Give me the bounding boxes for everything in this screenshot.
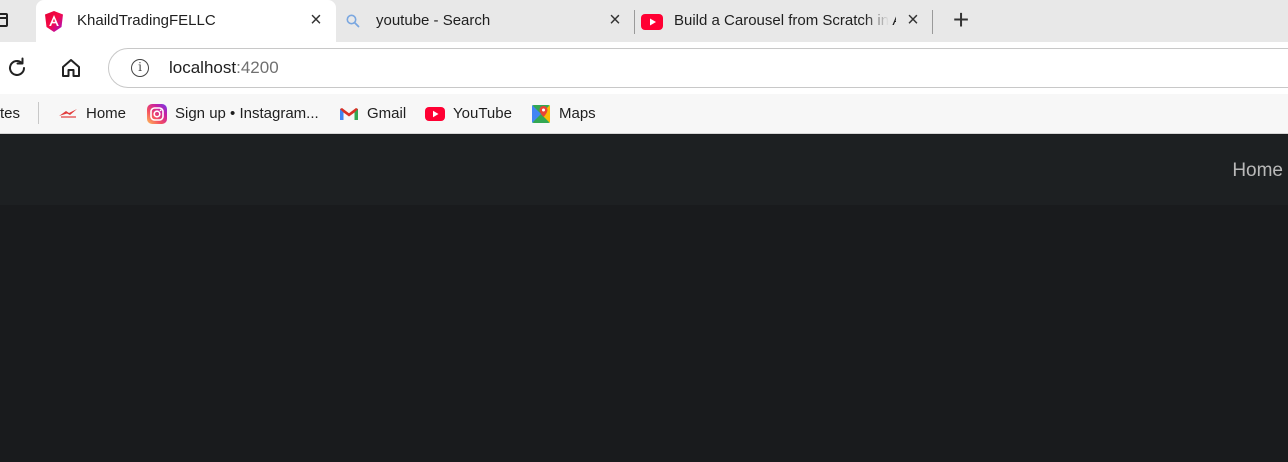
tab-khaildtrading[interactable]: KhaildTradingFELLC × (36, 0, 336, 42)
tab-close-icon[interactable]: × (606, 10, 624, 30)
gmail-icon (340, 108, 358, 120)
page-body (0, 205, 1288, 462)
bookmark-label: Sign up • Instagram... (175, 105, 319, 122)
window-menu-icon[interactable] (0, 13, 8, 27)
tab-youtube-search[interactable]: youtube - Search × (336, 0, 634, 42)
bookmark-label: Gmail (367, 105, 407, 122)
bookmarks-bar: tes Home Sign up • Instagram... Gmail Yo… (0, 94, 1288, 134)
instagram-icon (147, 104, 167, 124)
url-text[interactable]: localhost:4200 (169, 58, 279, 78)
maps-icon (532, 105, 550, 123)
tab-carousel-video[interactable]: Build a Carousel from Scratch in A × (635, 0, 931, 42)
tab-title: Build a Carousel from Scratch in A (674, 12, 896, 29)
tab-title-fade (865, 8, 889, 32)
tab-separator (932, 10, 933, 34)
bookmarks-separator (38, 102, 39, 124)
url-port: :4200 (236, 58, 279, 77)
bookmark-label: Home (86, 105, 127, 122)
angular-icon (45, 11, 63, 32)
bookmark-overflow-label: tes (0, 105, 21, 122)
address-bar[interactable]: i localhost:4200 (108, 48, 1288, 88)
new-tab-icon[interactable]: + (948, 6, 974, 34)
url-host: localhost (169, 58, 237, 77)
home-bookmark-icon (59, 109, 77, 118)
tab-close-icon[interactable]: × (904, 10, 922, 30)
youtube-icon (641, 14, 663, 30)
reload-icon[interactable] (5, 56, 29, 80)
home-icon[interactable] (59, 56, 83, 80)
tab-title: KhaildTradingFELLC (77, 12, 216, 29)
youtube-icon (425, 107, 445, 121)
bookmark-label: YouTube (453, 105, 512, 122)
search-icon (346, 14, 360, 28)
site-info-icon[interactable]: i (131, 59, 149, 77)
tab-close-icon[interactable]: × (307, 10, 325, 30)
tab-strip: KhaildTradingFELLC × youtube - Search × … (0, 0, 1288, 42)
site-navbar: Home (0, 135, 1288, 205)
browser-toolbar: i localhost:4200 (0, 42, 1288, 94)
bookmark-label: Maps (559, 105, 596, 122)
tab-title: youtube - Search (376, 12, 491, 29)
nav-link-home[interactable]: Home (1232, 160, 1283, 182)
